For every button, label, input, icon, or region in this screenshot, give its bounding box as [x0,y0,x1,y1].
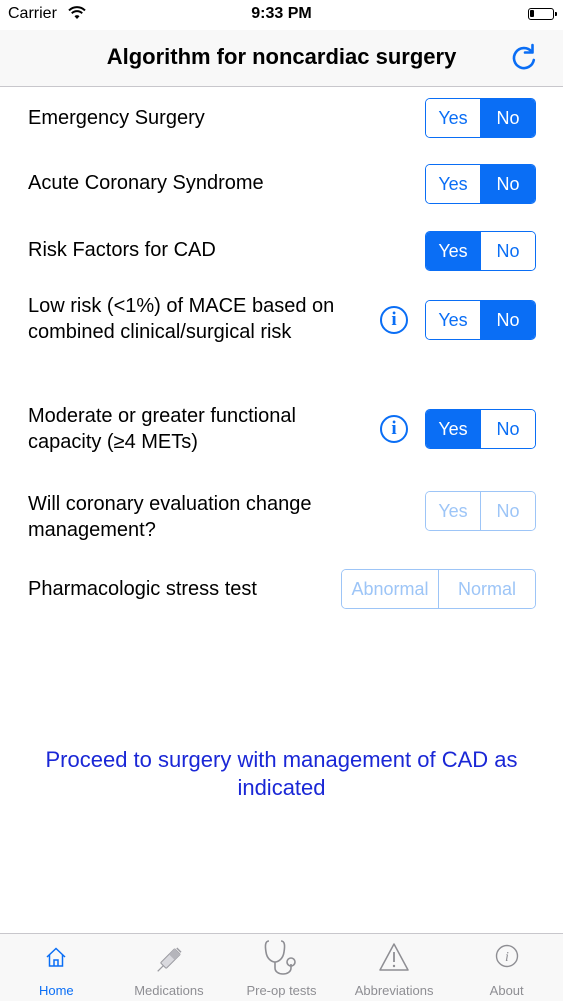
question-pharmacologic-stress-test-label: Pharmacologic stress test [28,578,257,600]
no-option[interactable]: No [480,232,535,270]
yes-option[interactable]: Yes [426,410,480,448]
no-option[interactable]: No [480,165,535,203]
tab-label: Home [38,983,74,998]
tab-abbreviations[interactable]: Abbreviations [338,934,451,1001]
no-option: No [480,492,535,530]
question-functional-capacity-label: Moderate or greater functional capacity … [28,403,296,455]
emergency-surgery-toggle[interactable]: Yes No [425,98,536,138]
low-risk-mace-toggle[interactable]: Yes No [425,300,536,340]
label-line-1: Low risk (<1%) of MACE based on [28,295,335,317]
label-line-1: Will coronary evaluation change [28,493,312,515]
normal-option: Normal [438,570,535,608]
label-line-2: combined clinical/surgical risk [28,321,292,343]
tab-label: Pre-op tests [246,983,317,998]
question-emergency-surgery-label: Emergency Surgery [28,107,205,129]
stress-test-toggle: Abnormal Normal [341,569,536,609]
question-acute-coronary-syndrome-label: Acute Coronary Syndrome [28,172,264,194]
stethoscope-icon [265,940,297,975]
label-line-1: Moderate or greater functional [28,405,296,427]
tab-label: Abbreviations [354,983,434,998]
tab-home[interactable]: Home [0,934,113,1001]
acute-coronary-syndrome-toggle[interactable]: Yes No [425,164,536,204]
result-line-2: indicated [237,775,326,800]
navigation-bar: Algorithm for noncardiac surgery [0,30,563,87]
status-bar: Carrier 9:33 PM [0,0,563,30]
yes-option: Yes [426,492,480,530]
yes-option[interactable]: Yes [426,99,480,137]
clock: 9:33 PM [251,5,312,22]
refresh-icon[interactable] [509,42,539,72]
coronary-evaluation-toggle: Yes No [425,491,536,531]
yes-option[interactable]: Yes [426,165,480,203]
battery-icon [528,8,557,20]
no-option[interactable]: No [480,410,535,448]
home-icon [46,947,66,967]
risk-factors-toggle[interactable]: Yes No [425,231,536,271]
page-title: Algorithm for noncardiac surgery [106,44,457,69]
yes-option[interactable]: Yes [426,232,480,270]
info-icon[interactable]: i [380,415,408,443]
question-coronary-evaluation-label: Will coronary evaluation change manageme… [28,491,312,543]
abnormal-option: Abnormal [342,570,438,608]
tab-label: About [489,983,524,998]
no-option[interactable]: No [480,301,535,339]
functional-capacity-toggle[interactable]: Yes No [425,409,536,449]
result-recommendation: Proceed to surgery with management of CA… [20,746,543,802]
tab-label: Medications [134,983,204,998]
info-icon[interactable]: i [380,306,408,334]
syringe-icon [157,947,182,972]
question-risk-factors-label: Risk Factors for CAD [28,239,216,261]
svg-text:i: i [505,950,509,965]
tab-about[interactable]: i About [450,934,563,1001]
tab-pre-op-tests[interactable]: Pre-op tests [225,934,338,1001]
tab-bar: Home Medications Pre-op tests Abbreviati… [0,933,563,1001]
label-line-2: capacity (≥4 METs) [28,431,198,453]
result-line-1: Proceed to surgery with management of CA… [45,747,518,772]
warning-icon [379,943,409,971]
question-low-risk-mace-label: Low risk (<1%) of MACE based on combined… [28,293,334,345]
tab-medications[interactable]: Medications [113,934,226,1001]
no-option[interactable]: No [480,99,535,137]
yes-option[interactable]: Yes [426,301,480,339]
info-icon: i [495,944,518,968]
label-line-2: management? [28,519,156,541]
